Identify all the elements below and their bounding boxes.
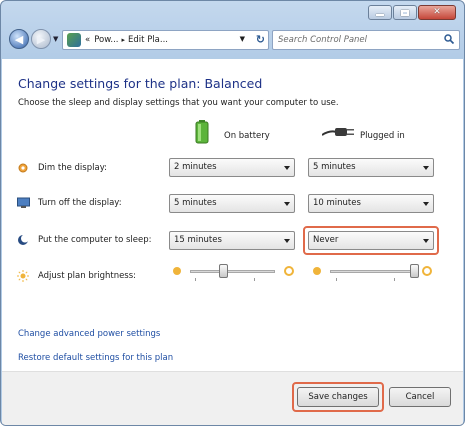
control-panel-window: ✕ ◀ ▶ ▼ « Pow... ▸ Edit Pla... ▼ ↻ Searc… bbox=[0, 0, 465, 426]
brightness-label: Adjust plan brightness: bbox=[38, 271, 137, 281]
dim-display-icon bbox=[17, 162, 29, 174]
sleep-moon-icon bbox=[17, 234, 29, 246]
advanced-settings-link[interactable]: Change advanced power settings bbox=[18, 329, 160, 339]
turn-off-display-label: Turn off the display: bbox=[38, 198, 122, 208]
monitor-icon bbox=[17, 197, 30, 209]
battery-icon bbox=[195, 120, 209, 144]
slider-tick bbox=[394, 278, 395, 281]
search-icon[interactable] bbox=[444, 34, 454, 44]
sleep-label: Put the computer to sleep: bbox=[38, 235, 152, 245]
chevron-down-icon bbox=[284, 202, 290, 206]
forward-button[interactable]: ▶ bbox=[31, 29, 51, 49]
footer-bar: Save changes Cancel bbox=[2, 371, 463, 425]
back-arrow-icon: ◀ bbox=[14, 32, 24, 46]
chevron-down-icon bbox=[423, 239, 429, 243]
minimize-icon bbox=[376, 14, 384, 16]
display-off-battery-value: 5 minutes bbox=[174, 198, 217, 208]
chevron-down-icon bbox=[423, 202, 429, 206]
sleep-battery-value: 15 minutes bbox=[174, 235, 222, 245]
slider-tick bbox=[254, 278, 255, 281]
address-dropdown-icon[interactable]: ▼ bbox=[240, 35, 245, 43]
navigation-bar: ◀ ▶ ▼ « Pow... ▸ Edit Pla... ▼ ↻ Search … bbox=[6, 26, 460, 54]
search-placeholder: Search Control Panel bbox=[278, 35, 368, 45]
battery-brightness-slider[interactable] bbox=[219, 264, 228, 278]
slider-tick bbox=[336, 278, 337, 281]
maximize-button[interactable] bbox=[393, 5, 417, 20]
dim-display-label: Dim the display: bbox=[38, 163, 107, 173]
page-title: Change settings for the plan: Balanced bbox=[18, 76, 263, 91]
breadcrumb-prefix[interactable]: « bbox=[85, 35, 90, 45]
dim-battery-value: 2 minutes bbox=[174, 162, 217, 172]
recent-pages-dropdown[interactable]: ▼ bbox=[53, 35, 58, 43]
maximize-icon bbox=[401, 9, 409, 16]
dim-sun-icon bbox=[173, 267, 181, 275]
battery-brightness-track[interactable] bbox=[190, 270, 275, 273]
breadcrumb-separator[interactable]: ▸ bbox=[122, 36, 126, 44]
slider-tick bbox=[195, 278, 196, 281]
breadcrumb-edit-plan[interactable]: Edit Pla... bbox=[128, 35, 168, 45]
close-icon: ✕ bbox=[433, 7, 441, 17]
chevron-down-icon bbox=[423, 166, 429, 170]
sleep-battery-select[interactable]: 15 minutes bbox=[169, 231, 295, 250]
back-button[interactable]: ◀ bbox=[9, 29, 29, 49]
display-off-plugged-select[interactable]: 10 minutes bbox=[308, 194, 434, 213]
chevron-down-icon bbox=[284, 166, 290, 170]
dim-plugged-select[interactable]: 5 minutes bbox=[308, 158, 434, 177]
dim-plugged-value: 5 minutes bbox=[313, 162, 356, 172]
plugged-in-header: Plugged in bbox=[360, 131, 405, 141]
dim-sun-icon bbox=[313, 267, 321, 275]
close-button[interactable]: ✕ bbox=[418, 5, 456, 20]
plug-icon bbox=[322, 128, 354, 136]
chevron-down-icon bbox=[284, 239, 290, 243]
restore-defaults-link[interactable]: Restore default settings for this plan bbox=[18, 353, 173, 363]
title-buttons: ✕ bbox=[368, 5, 456, 20]
dim-battery-select[interactable]: 2 minutes bbox=[169, 158, 295, 177]
sleep-plugged-select[interactable]: Never bbox=[308, 231, 434, 250]
page-subtitle: Choose the sleep and display settings th… bbox=[18, 98, 339, 108]
search-box[interactable]: Search Control Panel bbox=[272, 30, 460, 50]
plugged-brightness-track[interactable] bbox=[330, 270, 415, 273]
bright-sun-icon bbox=[284, 266, 294, 276]
brightness-icon bbox=[17, 270, 29, 282]
display-off-plugged-value: 10 minutes bbox=[313, 198, 361, 208]
sleep-plugged-value: Never bbox=[313, 235, 339, 245]
refresh-icon[interactable]: ↻ bbox=[256, 33, 265, 46]
minimize-button[interactable] bbox=[368, 5, 392, 20]
control-panel-icon bbox=[67, 33, 81, 47]
display-off-battery-select[interactable]: 5 minutes bbox=[169, 194, 295, 213]
bright-sun-icon bbox=[422, 266, 432, 276]
forward-arrow-icon: ▶ bbox=[36, 32, 46, 46]
address-bar[interactable]: « Pow... ▸ Edit Pla... ▼ ↻ bbox=[62, 30, 269, 50]
save-changes-button[interactable]: Save changes bbox=[297, 387, 379, 407]
plugged-brightness-slider[interactable] bbox=[410, 264, 419, 278]
cancel-button[interactable]: Cancel bbox=[389, 387, 451, 407]
on-battery-header: On battery bbox=[224, 131, 270, 141]
breadcrumb-power-options[interactable]: Pow... bbox=[94, 35, 118, 45]
